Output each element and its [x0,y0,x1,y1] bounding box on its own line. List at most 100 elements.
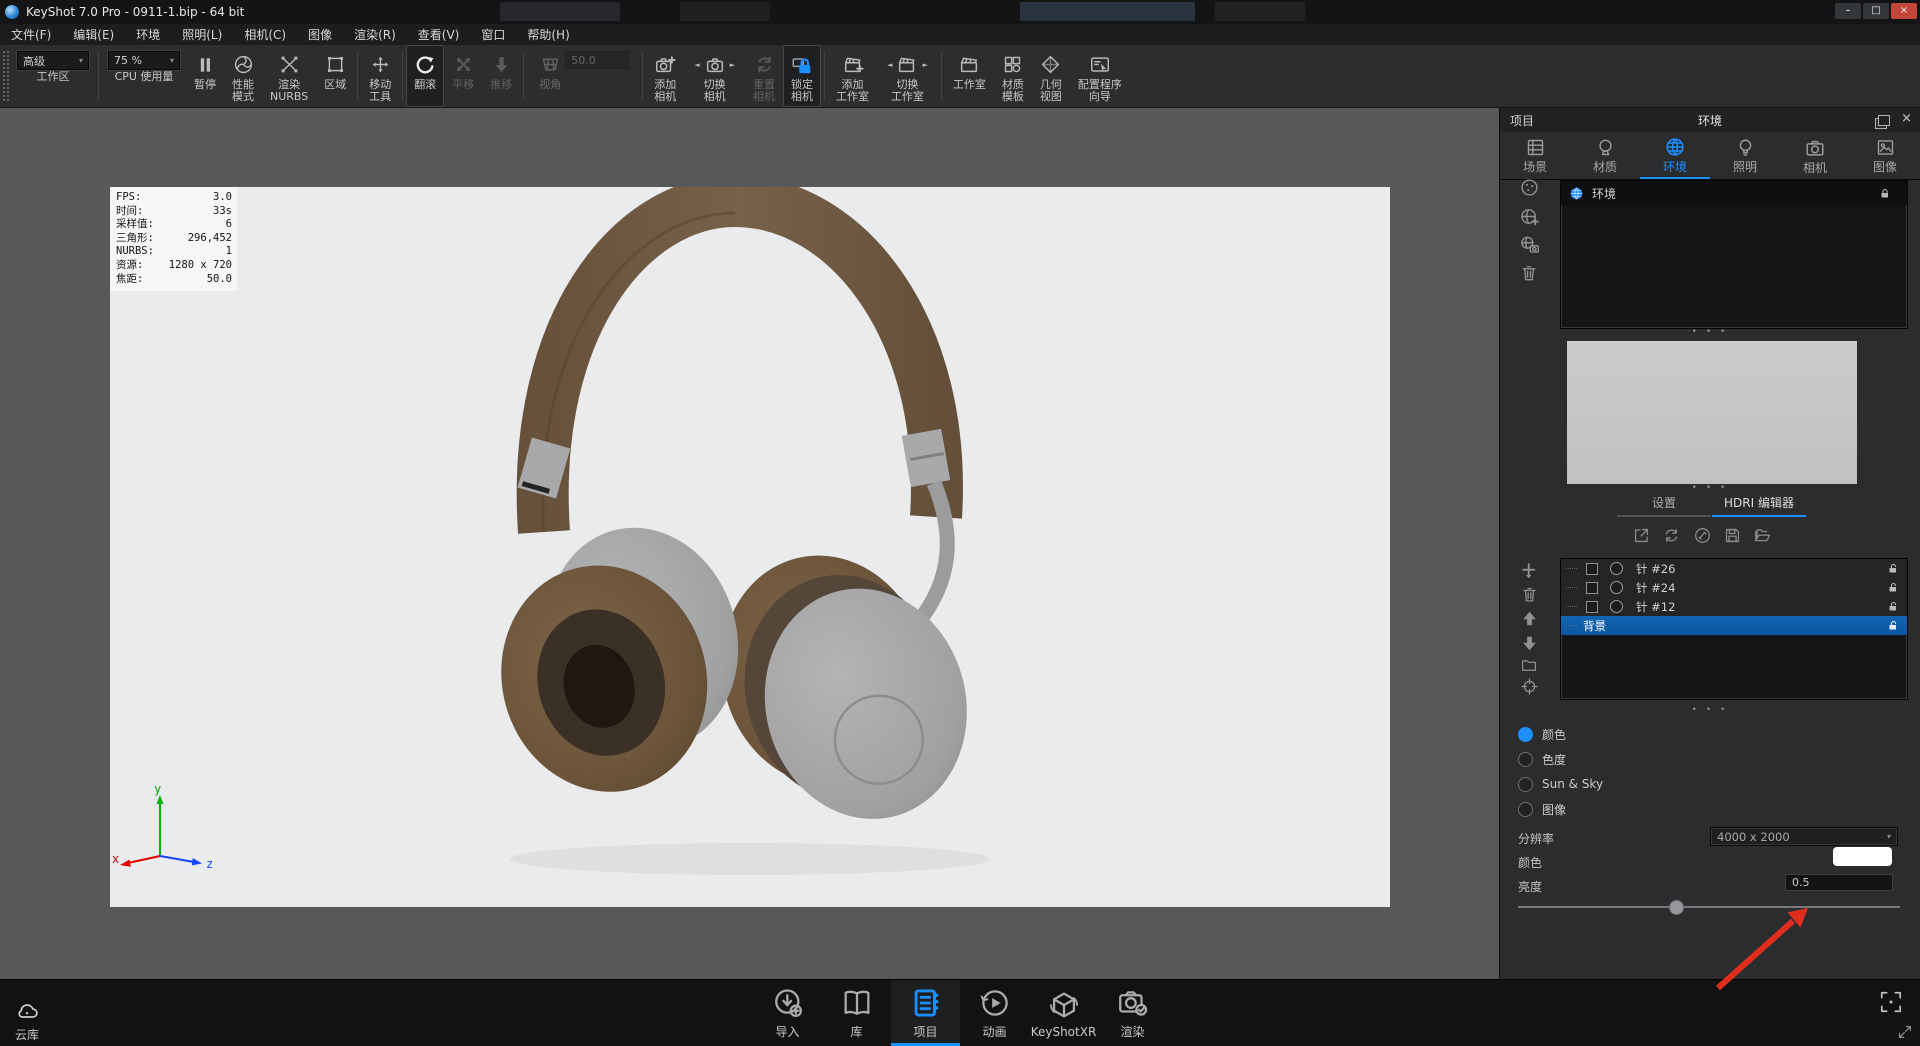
menu-file[interactable]: 文件(F) [0,26,62,43]
radio-image[interactable]: 图像 [1518,801,1566,817]
radio-chroma[interactable]: 色度 [1518,751,1566,767]
switch-studio-button[interactable]: ◄ ► 切换 工作室 [877,45,938,107]
list-item-pin24[interactable]: 针 #24 [1561,578,1907,598]
brightness-slider-handle[interactable] [1669,900,1684,915]
radio-selected-icon[interactable] [1518,726,1533,742]
cloud-library-button[interactable]: 云库 [12,998,42,1043]
environment-list-item[interactable]: 环境 [1561,181,1907,205]
tab-camera[interactable]: 相机 [1780,132,1850,179]
pin-radio[interactable] [1610,600,1623,613]
cpu-usage-dropdown[interactable]: 75 % ▾ [108,51,180,70]
pin-checkbox[interactable] [1586,562,1598,575]
configurator-wizard-button[interactable]: 配置程序 向导 [1070,45,1130,107]
pin-radio[interactable] [1610,581,1623,594]
dock-import[interactable]: 导入 [753,980,822,1046]
studios-button[interactable]: 工作室 [945,45,994,107]
prev-arrow-icon[interactable]: ◄ [694,61,699,69]
tab-scene[interactable]: 场景 [1500,132,1570,179]
next-arrow-icon[interactable]: ► [922,61,927,69]
tab-material[interactable]: 材质 [1570,132,1640,179]
menu-window[interactable]: 窗口 [470,26,516,43]
resolution-dropdown[interactable]: 4000 x 2000 ▾ [1710,827,1898,846]
dock-render[interactable]: 渲染 [1098,980,1167,1046]
delete-pin-icon[interactable] [1517,582,1541,606]
render-nurbs-button[interactable]: 渲染 NURBS [262,45,316,107]
realtime-render-viewport[interactable]: y x z FPS: 3.0 时间: 33s 采样值: 6 三角形: 296,452 N… [110,187,1390,907]
lock-camera-button[interactable]: 锁定 相机 [783,45,822,107]
tab-environment[interactable]: 环境 [1640,132,1710,179]
float-panel-icon[interactable] [1878,115,1890,126]
menu-lighting[interactable]: 照明(L) [171,26,233,43]
next-arrow-icon[interactable]: ► [730,61,735,69]
dock-project[interactable]: 项目 [891,980,960,1046]
close-button[interactable]: × [1891,3,1917,19]
close-panel-icon[interactable]: × [1901,111,1912,126]
unlock-icon[interactable] [1887,581,1899,594]
menu-view[interactable]: 查看(V) [407,26,471,43]
toolbar-drag-handle[interactable] [2,50,9,102]
material-template-button[interactable]: 材质 模板 [994,45,1032,107]
reset-camera-button[interactable]: 重置 相机 [745,45,783,107]
pin-checkbox[interactable] [1586,600,1598,613]
subtab-hdri-editor[interactable]: HDRI 编辑器 [1712,494,1806,514]
tab-image[interactable]: 图像 [1850,132,1920,179]
section-splitter[interactable]: • • • [1500,705,1920,715]
subtab-settings[interactable]: 设置 [1617,494,1711,514]
fov-button[interactable]: 视角 [531,45,565,107]
radio-icon[interactable] [1518,776,1533,792]
color-swatch[interactable] [1833,847,1892,866]
menu-environment[interactable]: 环境 [125,26,171,43]
pin-radio[interactable] [1610,562,1623,575]
unlock-icon[interactable] [1887,562,1899,575]
edit-brush-icon[interactable] [1693,526,1712,545]
performance-mode-button[interactable]: 性能 模式 [224,45,262,107]
section-splitter[interactable]: • • • [1500,483,1920,493]
section-splitter[interactable]: • • • [1500,327,1920,337]
list-item-pin12[interactable]: 针 #12 [1561,597,1907,617]
title-bar[interactable]: KeyShot 7.0 Pro - 0911-1.bip - 64 bit – … [0,0,1920,24]
radio-icon[interactable] [1518,801,1533,817]
workspace-dropdown[interactable]: 高级 ▾ [17,51,89,70]
add-studio-button[interactable]: 添加 工作室 [828,45,877,107]
screenshot-region-icon[interactable] [1878,989,1904,1015]
sync-icon[interactable] [1662,526,1681,545]
brightness-slider-track[interactable] [1518,906,1900,908]
minimize-button[interactable]: – [1835,3,1861,19]
menu-render[interactable]: 渲染(R) [343,26,407,43]
fov-value-input[interactable]: 50.0 [565,51,630,69]
list-item-pin26[interactable]: 针 #26 [1561,559,1907,579]
pause-button[interactable]: 暂停 [186,45,224,107]
region-button[interactable]: 区域 [316,45,354,107]
list-item-background[interactable]: 背景 [1561,616,1907,636]
menu-image[interactable]: 图像 [297,26,343,43]
prev-arrow-icon[interactable]: ◄ [887,61,892,69]
expand-corner-icon[interactable] [1897,1024,1913,1040]
add-pin-icon[interactable] [1517,558,1541,582]
dock-library[interactable]: 库 [822,980,891,1046]
maximize-button[interactable]: □ [1863,3,1889,19]
dolly-button[interactable]: 推移 [482,45,520,107]
environment-library-icon[interactable] [1517,175,1541,199]
delete-environment-icon[interactable] [1517,261,1541,285]
geometry-view-button[interactable]: 几何 视图 [1032,45,1070,107]
lock-icon[interactable] [1879,187,1891,200]
dock-animation[interactable]: 动画 [960,980,1029,1046]
brightness-input[interactable]: 0.5 [1785,874,1893,891]
move-up-icon[interactable] [1517,606,1541,630]
environment-camera-icon[interactable] [1517,232,1541,256]
move-down-icon[interactable] [1517,631,1541,655]
menu-camera[interactable]: 相机(C) [233,26,297,43]
menu-help[interactable]: 帮助(H) [516,26,580,43]
save-icon[interactable] [1723,526,1742,545]
export-icon[interactable] [1632,526,1651,545]
unlock-icon[interactable] [1887,600,1899,613]
pin-target-icon[interactable] [1517,674,1541,698]
pan-button[interactable]: 平移 [444,45,482,107]
radio-color[interactable]: 颜色 [1518,726,1566,742]
move-tool-button[interactable]: 移动 工具 [361,45,399,107]
radio-sun-sky[interactable]: Sun & Sky [1518,776,1603,792]
add-environment-icon[interactable] [1517,204,1541,228]
environment-preview[interactable] [1567,341,1857,484]
dock-keyshotxr[interactable]: KeyShotXR [1029,980,1098,1046]
radio-icon[interactable] [1518,751,1533,767]
